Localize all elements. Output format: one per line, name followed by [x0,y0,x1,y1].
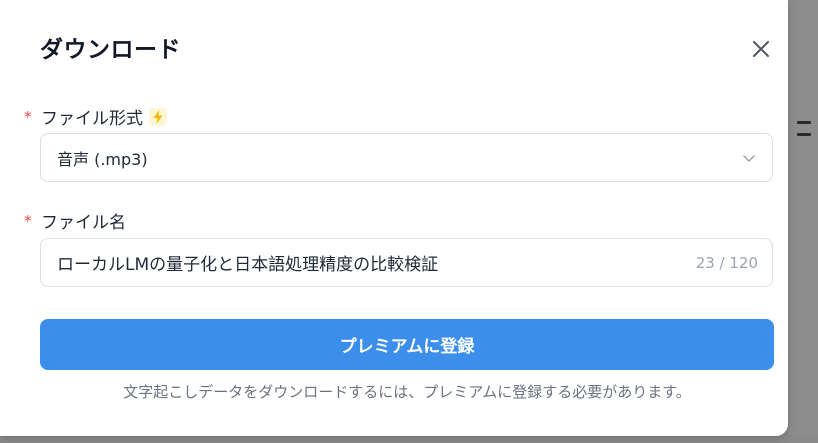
premium-note: 文字起こしデータをダウンロードするには、プレミアムに登録する必要があります。 [123,383,691,401]
dialog-title: ダウンロード [40,37,181,63]
required-mark: * [24,211,32,230]
file-format-select[interactable]: 音声 (.mp3) [40,133,773,182]
character-count: 23 / 120 [695,253,758,272]
file-format-label: ファイル形式 [41,109,143,129]
download-dialog: ダウンロード * ファイル形式 音声 (.mp3) * ファイル名 23 / 1… [0,0,788,436]
backdrop-bottom [0,436,818,443]
file-name-label-row: * ファイル名 [24,208,126,234]
chevron-down-icon [742,151,756,165]
required-mark: * [24,107,32,126]
bolt-icon [149,107,167,126]
close-button[interactable] [748,36,774,62]
file-format-label-row: * ファイル形式 [24,104,167,129]
file-name-field[interactable]: 23 / 120 [40,238,773,287]
file-name-input[interactable] [57,252,686,273]
file-name-label: ファイル名 [41,213,126,233]
premium-register-button[interactable]: プレミアムに登録 [40,319,774,370]
backdrop [789,0,818,443]
file-format-value: 音声 (.mp3) [57,149,148,169]
backdrop-fragment [797,133,811,136]
backdrop-fragment [797,121,811,124]
close-icon [753,41,769,57]
